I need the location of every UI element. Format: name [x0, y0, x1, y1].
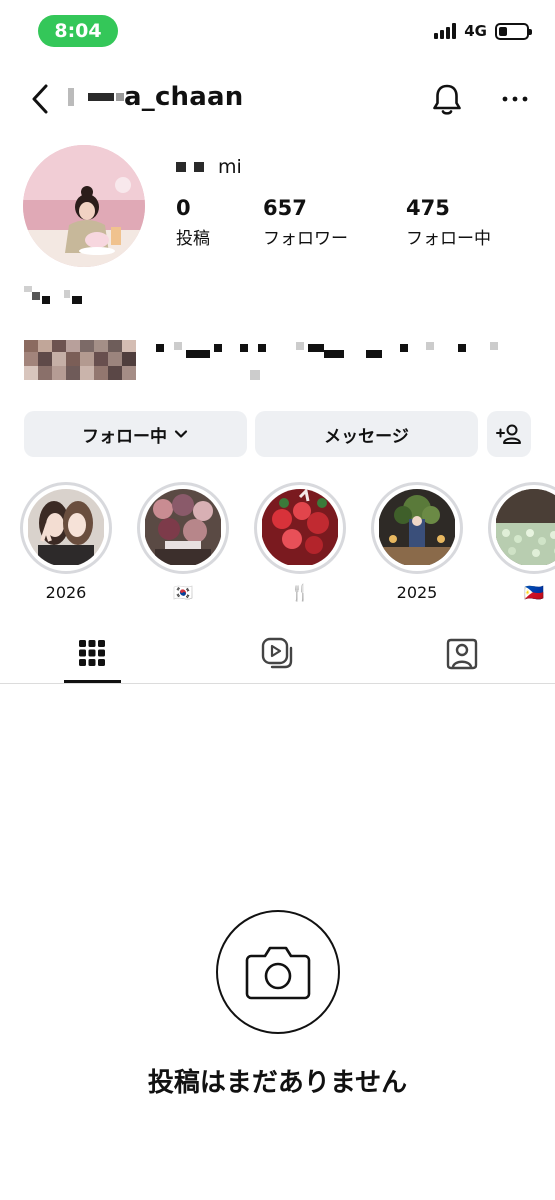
- signal-icon: [434, 23, 457, 39]
- stat-followers-count: 657: [263, 196, 307, 220]
- redacted-text: [88, 93, 114, 101]
- highlight-label: 🇰🇷: [173, 583, 193, 602]
- highlight-item[interactable]: 2026: [20, 482, 112, 602]
- profile-header: a_chaan: [0, 70, 555, 128]
- highlight-item[interactable]: 2025: [371, 482, 463, 602]
- highlight-label: 🍴: [290, 583, 310, 602]
- status-bar: 8:04 4G: [0, 0, 555, 60]
- active-tab-indicator: [64, 680, 121, 683]
- redacted-text: [194, 162, 204, 172]
- tab-tagged[interactable]: [432, 630, 492, 676]
- display-name-text: mi: [218, 156, 242, 178]
- status-indicators: 4G: [434, 22, 532, 40]
- stat-posts-label: 投稿: [176, 229, 210, 249]
- highlight-item[interactable]: 🍴: [254, 482, 346, 602]
- highlight-ring: [254, 482, 346, 574]
- display-name: mi: [176, 156, 242, 178]
- tab-reels[interactable]: [247, 630, 307, 676]
- tab-posts-grid[interactable]: [62, 630, 122, 676]
- network-label: 4G: [464, 22, 487, 40]
- highlight-ring: [371, 482, 463, 574]
- empty-state-camera: [216, 910, 340, 1034]
- battery-icon: [495, 22, 532, 40]
- following-button[interactable]: フォロー中: [24, 411, 247, 457]
- username-text: a_chaan: [124, 82, 244, 112]
- redacted-text: [176, 162, 186, 172]
- following-button-label: フォロー中: [82, 426, 167, 447]
- bell-icon[interactable]: [428, 80, 466, 118]
- add-person-button[interactable]: [487, 411, 531, 457]
- stat-posts-count: 0: [176, 196, 191, 220]
- highlight-ring: [20, 482, 112, 574]
- message-button-label: メッセージ: [324, 426, 409, 447]
- add-person-icon: [496, 424, 521, 444]
- highlight-image: [378, 489, 456, 567]
- highlight-label: 🇵🇭: [524, 583, 544, 602]
- username-header: a_chaan: [68, 82, 243, 112]
- highlight-ring: [137, 482, 229, 574]
- message-button[interactable]: メッセージ: [255, 411, 478, 457]
- status-time: 8:04: [38, 15, 118, 47]
- profile-tabs: [0, 622, 555, 684]
- redacted-bio-line: [24, 286, 82, 304]
- highlight-image: [27, 489, 105, 567]
- stat-posts[interactable]: 0 投稿: [176, 196, 210, 249]
- highlight-image: [144, 489, 222, 567]
- stat-followers[interactable]: 657 フォロワー: [263, 196, 348, 249]
- highlight-ring: [488, 482, 555, 574]
- more-icon[interactable]: [496, 80, 534, 118]
- redacted-text: [68, 88, 74, 106]
- stat-following-label: フォロー中: [406, 229, 491, 249]
- stat-followers-label: フォロワー: [263, 229, 348, 249]
- camera-icon: [245, 946, 311, 1000]
- redacted-text: [116, 93, 124, 101]
- stat-following[interactable]: 475 フォロー中: [406, 196, 491, 249]
- empty-state-message: 投稿はまだありません: [147, 1068, 408, 1098]
- tagged-icon: [446, 638, 478, 670]
- grid-icon: [79, 640, 105, 666]
- highlight-image: [495, 489, 555, 567]
- stat-following-count: 475: [406, 196, 450, 220]
- redacted-bio-line: [24, 340, 498, 380]
- highlight-image: [261, 489, 339, 567]
- highlight-item[interactable]: 🇰🇷: [137, 482, 229, 602]
- chevron-down-icon: [174, 430, 188, 438]
- highlight-label: 2026: [45, 583, 87, 602]
- highlight-label: 2025: [396, 583, 438, 602]
- profile-avatar[interactable]: [23, 145, 145, 267]
- back-icon[interactable]: [24, 80, 60, 118]
- reels-icon: [261, 637, 293, 669]
- highlight-item[interactable]: 🇵🇭: [488, 482, 555, 602]
